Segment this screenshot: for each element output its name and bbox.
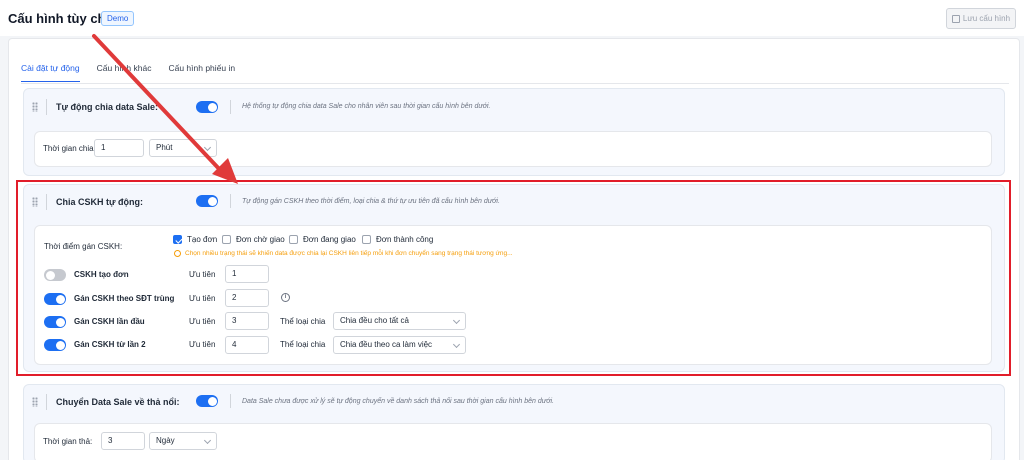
highlight-box [16, 180, 1011, 376]
float-time-unit-select[interactable]: Ngày [149, 432, 217, 450]
divider [230, 100, 231, 114]
time-label: Thời gian chia [43, 144, 94, 153]
section-title: Chuyển Data Sale về thả nổi: [56, 397, 180, 407]
section-description: Data Sale chưa được xử lý sẽ tự động chu… [242, 398, 554, 405]
save-button-label: Lưu cấu hình [962, 14, 1011, 23]
select-value: Ngày [156, 436, 175, 445]
tab-print-config[interactable]: Cấu hình phiếu in [168, 63, 235, 82]
tab-bar: Cài đặt tự động Cấu hình khác Cấu hình p… [21, 63, 235, 82]
section-description: Hệ thống tự động chia data Sale cho nhân… [242, 103, 491, 110]
section-auto-split-sale: Tự động chia data Sale: Hệ thống tự động… [23, 88, 1005, 176]
float-data-sale-toggle[interactable] [196, 395, 218, 407]
section-title: Tự động chia data Sale: [56, 102, 159, 112]
split-time-unit-select[interactable]: Phút [149, 139, 217, 157]
section-body: Thời gian chia 1 Phút [34, 131, 992, 167]
auto-split-sale-toggle[interactable] [196, 101, 218, 113]
tab-auto-settings[interactable]: Cài đặt tự động [21, 63, 80, 82]
demo-badge: Demo [101, 11, 135, 26]
float-time-input[interactable]: 3 [101, 432, 145, 450]
divider [46, 99, 47, 115]
tab-other-config[interactable]: Cấu hình khác [97, 63, 152, 82]
drag-handle-icon[interactable] [32, 102, 38, 112]
save-icon [951, 14, 960, 23]
chevron-down-icon [203, 143, 212, 152]
select-value: Phút [156, 143, 173, 152]
section-float-data-sale: Chuyển Data Sale về thả nổi: Data Sale c… [23, 384, 1005, 460]
divider [46, 394, 47, 410]
page-header: Cấu hình tùy chỉnh Demo Lưu cấu hình [0, 0, 1024, 36]
divider [230, 394, 231, 408]
tabs-divider [21, 83, 1009, 84]
save-config-button[interactable]: Lưu cấu hình [946, 8, 1016, 29]
section-body: Thời gian thả: 3 Ngày [34, 423, 992, 460]
split-time-input[interactable]: 1 [94, 139, 144, 157]
chevron-down-icon [203, 436, 212, 445]
time-label: Thời gian thả: [43, 437, 93, 446]
drag-handle-icon[interactable] [32, 397, 38, 407]
